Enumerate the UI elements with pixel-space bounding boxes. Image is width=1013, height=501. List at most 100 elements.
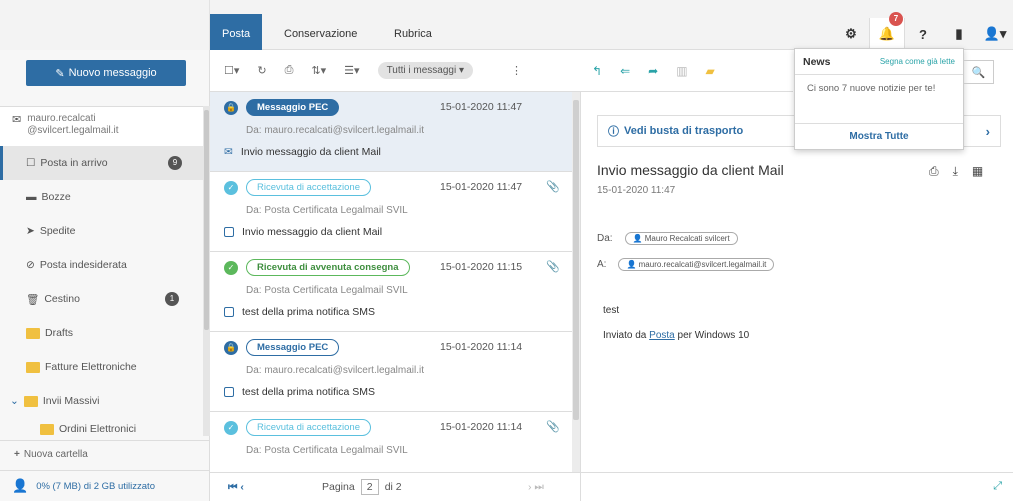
folder-label: Posta indesiderata <box>39 259 127 271</box>
download-icon[interactable]: ⤓ <box>953 164 958 179</box>
check-status-icon: ✓ <box>224 421 238 435</box>
header-icons: ⚙ 🔔 7 ? ▮ 👤▾ <box>833 12 1013 50</box>
refresh-icon[interactable]: ↻ <box>257 64 266 77</box>
signature-suffix: per Windows 10 <box>674 330 750 341</box>
drafts-folder-icon: ▬ <box>26 191 37 203</box>
to-row: A: 👤 mauro.recalcati@svilcert.legalmail.… <box>597 258 775 271</box>
forward-icon[interactable]: ➦ <box>648 64 658 78</box>
more-options-icon[interactable]: ⋮ <box>511 64 522 77</box>
view-envelope-label: Vedi busta di trasporto <box>624 125 744 137</box>
folder-icon <box>26 327 40 339</box>
folder-invii-massivi[interactable]: ⌄ Invii Massivi <box>0 384 203 418</box>
posta-link[interactable]: Posta <box>649 330 675 341</box>
page-number-input[interactable]: 2 <box>360 479 379 495</box>
folder-label: Cestino <box>44 293 80 305</box>
spam-ban-icon: ⊘ <box>26 259 35 271</box>
message-row[interactable]: ✓ Ricevuta di accettazione 15-01-2020 11… <box>210 172 572 252</box>
message-actions-toolbar: ↰ ⇐ ➦ ▥ ▰ <box>580 50 793 92</box>
page-total: di 2 <box>384 481 402 493</box>
message-row[interactable]: 🔒 Messaggio PEC 15-01-2020 11:47 Da: mau… <box>210 92 572 172</box>
notifications-bell-icon[interactable]: 🔔 7 <box>869 12 905 50</box>
message-date: 15-01-2020 11:15 <box>440 261 523 273</box>
print-icon[interactable]: ⎙ <box>285 64 294 77</box>
folder-fatture-elettroniche[interactable]: Fatture Elettroniche <box>0 350 203 384</box>
chevron-right-icon: › <box>985 123 990 139</box>
unread-box-icon <box>224 227 234 237</box>
message-from: Da: Posta Certificata Legalmail SVIL <box>246 285 408 296</box>
reply-icon[interactable]: ↰ <box>592 64 602 78</box>
folder-posta-indesiderata[interactable]: ⊘ Posta indesiderata <box>0 248 203 282</box>
view-list-icon[interactable]: ☰▾ <box>344 64 359 77</box>
folder-cestino[interactable]: 🗑 Cestino 1 <box>0 282 203 316</box>
message-row[interactable]: 🔒 Messaggio PEC 15-01-2020 11:14 Da: mau… <box>210 332 572 412</box>
filter-dropdown[interactable]: Tutti i messaggi ▾ <box>377 62 474 79</box>
tab-posta[interactable]: Posta <box>210 14 263 50</box>
message-subject: Invio messaggio da client Mail <box>240 146 381 158</box>
message-subject: test della prima notifica SMS <box>242 306 376 318</box>
check-status-icon: ✓ <box>224 261 238 275</box>
first-prev-page-icon[interactable]: ⏮ ‹ <box>228 481 244 494</box>
message-list-scrollbar[interactable] <box>572 92 580 472</box>
sidebar-scrollbar[interactable] <box>203 106 210 436</box>
to-label: A: <box>597 259 607 270</box>
mark-all-read-link[interactable]: Segna come già lette <box>880 57 955 66</box>
document-icon[interactable]: ▮ <box>941 18 977 50</box>
scrollbar-thumb[interactable] <box>573 100 579 420</box>
next-last-page-icon[interactable]: › ⏭ <box>528 481 544 494</box>
message-type-badge: Messaggio PEC <box>246 339 340 356</box>
new-folder-button[interactable]: + Nuova cartella <box>0 440 210 468</box>
message-subject-title: Invio messaggio da client Mail <box>597 162 784 178</box>
user-icon: 👤 <box>12 478 29 493</box>
message-row[interactable]: ✓ Ricevuta di accettazione 15-01-2020 11… <box>210 412 572 472</box>
sidebar: ✎ Nuovo messaggio ✉ mauro.recalcati @svi… <box>0 50 210 501</box>
calculator-icon[interactable]: ▦ <box>972 164 983 179</box>
chevron-down-icon[interactable]: ⌄ <box>10 395 19 407</box>
search-icon[interactable]: 🔍 <box>964 60 994 84</box>
folder-icon <box>26 361 40 373</box>
new-message-button[interactable]: ✎ Nuovo messaggio <box>26 60 186 86</box>
folder-label: Bozze <box>41 191 71 203</box>
tab-conservazione[interactable]: Conservazione <box>272 18 369 50</box>
message-body-signature: Inviato da Posta per Windows 10 <box>603 330 749 341</box>
folder-ordini-elettronici[interactable]: Ordini Elettronici <box>0 418 203 440</box>
message-from: Da: mauro.recalcati@svilcert.legalmail.i… <box>246 125 424 136</box>
sort-icon[interactable]: ⇅▾ <box>311 64 326 77</box>
account-item[interactable]: ✉ mauro.recalcati @svilcert.legalmail.it <box>0 106 203 146</box>
message-list-toolbar: ☐▾ ↻ ⎙ ⇅▾ ☰▾ Tutti i messaggi ▾ ⋮ <box>210 50 580 92</box>
select-checkbox-dropdown-icon[interactable]: ☐▾ <box>224 64 239 77</box>
help-icon[interactable]: ? <box>905 18 941 50</box>
show-all-news-link[interactable]: Mostra Tutte <box>795 123 963 149</box>
from-address-chip[interactable]: 👤 Mauro Recalcati svilcert <box>624 232 738 245</box>
new-message-label: Nuovo messaggio <box>68 67 157 79</box>
reading-pane: ⓘ Vedi busta di trasporto › Invio messag… <box>580 92 1013 501</box>
move-to-folder-icon[interactable]: ▰ <box>706 64 715 78</box>
news-title: News <box>803 55 831 68</box>
print-icon[interactable]: ⎙ <box>929 164 939 179</box>
check-status-icon: ✓ <box>224 181 238 195</box>
sent-icon: ➤ <box>26 225 35 237</box>
settings-gear-icon[interactable]: ⚙ <box>833 18 869 50</box>
folder-drafts[interactable]: Drafts <box>0 316 203 350</box>
new-folder-label: Nuova cartella <box>23 449 88 460</box>
folder-label: Fatture Elettroniche <box>45 361 137 373</box>
account-line-1: mauro.recalcati <box>27 113 96 124</box>
tab-rubrica[interactable]: Rubrica <box>382 18 444 50</box>
scrollbar-thumb[interactable] <box>204 110 209 330</box>
attachment-paperclip-icon: 📎 <box>546 181 560 193</box>
folder-bozze[interactable]: ▬ Bozze <box>0 180 203 214</box>
message-type-badge: Ricevuta di avvenuta consegna <box>246 259 410 276</box>
message-from: Da: Posta Certificata Legalmail SVIL <box>246 205 408 216</box>
message-subject: test della prima notifica SMS <box>242 386 376 398</box>
expand-icon[interactable]: ⤢ <box>993 480 1002 493</box>
unread-box-icon <box>224 307 234 317</box>
folder-posta-in-arrivo[interactable]: ☐ Posta in arrivo 9 <box>0 146 203 180</box>
message-row[interactable]: ✓ Ricevuta di avvenuta consegna 15-01-20… <box>210 252 572 332</box>
user-menu-icon[interactable]: 👤▾ <box>977 18 1013 50</box>
delete-icon[interactable]: ▥ <box>676 64 687 78</box>
to-address-chip[interactable]: 👤 mauro.recalcati@svilcert.legalmail.it <box>618 258 775 271</box>
attachment-paperclip-icon: 📎 <box>546 421 560 433</box>
reply-all-icon[interactable]: ⇐ <box>620 64 630 78</box>
folder-label: Posta in arrivo <box>40 157 108 169</box>
message-date: 15-01-2020 11:47 <box>597 185 676 196</box>
folder-spedite[interactable]: ➤ Spedite <box>0 214 203 248</box>
